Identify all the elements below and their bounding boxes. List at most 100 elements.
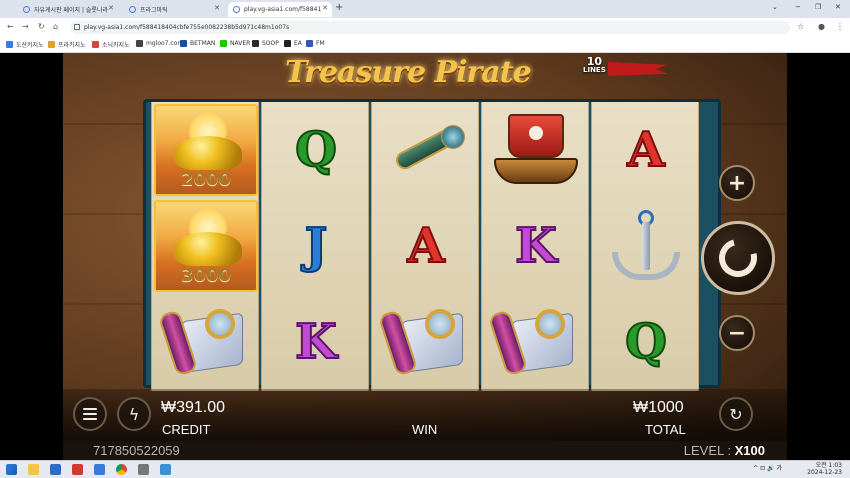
info-strip: 717850522059 LEVEL : X100 xyxy=(63,441,787,460)
bookmark-item[interactable]: mgloo7.com xyxy=(136,40,183,47)
reel-3: A xyxy=(371,102,479,391)
close-tab-icon[interactable]: ✕ xyxy=(108,4,114,12)
tab-favicon-icon xyxy=(129,6,136,13)
reel-cell xyxy=(372,102,480,198)
reload-icon[interactable]: ↻ xyxy=(38,22,45,31)
bottom-hud: ϟ ₩391.00 CREDIT WIN ₩1000 TOTAL ↻ xyxy=(63,389,787,441)
reel-cell: J xyxy=(262,198,370,294)
tab-slotnara[interactable]: 자유게시판 페이지 | 슬롯나라 ✕ xyxy=(18,2,118,17)
back-icon[interactable]: ← xyxy=(7,22,14,31)
tab-pragmatic[interactable]: 프라그마틱 ✕ xyxy=(124,2,224,17)
scroll-map-icon xyxy=(377,303,471,381)
anchor-icon xyxy=(606,210,686,282)
close-tab-icon[interactable]: ✕ xyxy=(214,4,220,12)
forward-icon[interactable]: → xyxy=(22,22,29,31)
tray-icons[interactable]: ^ ⊡ 🔊 가 xyxy=(753,465,782,472)
letter-symbol-k: K xyxy=(294,314,338,370)
lines-number: 10 xyxy=(586,55,603,68)
bet-minus-button[interactable]: − xyxy=(719,315,755,351)
bookmark-item[interactable]: EA xyxy=(284,40,302,47)
level-indicator: LEVEL : X100 xyxy=(684,443,765,458)
close-window-button[interactable]: ✕ xyxy=(835,3,841,11)
bookmark-item[interactable]: SOOP xyxy=(252,40,279,47)
reel-cell: 3000 xyxy=(152,198,260,294)
reel-cell: 2000 xyxy=(152,102,260,198)
bet-plus-button[interactable]: + xyxy=(719,165,755,201)
file-explorer-icon[interactable] xyxy=(28,464,39,475)
gold-amount: 3000 xyxy=(180,265,232,286)
menu-dots-icon[interactable]: ⋮ xyxy=(836,22,844,31)
system-tray: ^ ⊡ 🔊 가 오전 1:03 2024-12-23 xyxy=(753,462,842,476)
close-tab-icon[interactable]: ✕ xyxy=(322,4,328,12)
app-icon[interactable] xyxy=(50,464,61,475)
tab-game[interactable]: play.vg-asia1.com/f58841 ✕ xyxy=(228,2,332,17)
tab-favicon-icon xyxy=(23,6,30,13)
scroll-map-icon xyxy=(157,303,251,381)
lightning-icon: ϟ xyxy=(128,404,140,424)
slot-game: Treasure Pirate 10 LINES 2000 3000 Q J K… xyxy=(63,53,787,460)
letter-symbol-q: Q xyxy=(624,314,668,370)
bookmark-item[interactable]: 소닉카지노 xyxy=(92,40,130,49)
reel-cell: Q xyxy=(592,294,700,390)
bookmark-icon xyxy=(220,40,227,47)
minimize-button[interactable]: − xyxy=(795,3,801,11)
maximize-button[interactable]: ❐ xyxy=(815,3,821,11)
site-info-icon[interactable] xyxy=(74,24,80,30)
home-icon[interactable]: ⌂ xyxy=(53,22,58,31)
gold-coins-icon xyxy=(174,232,242,266)
reel-5: A Q xyxy=(591,102,699,391)
reel-1: 2000 3000 xyxy=(151,102,259,391)
bookmark-star-icon[interactable]: ☆ xyxy=(797,22,804,31)
app-icon[interactable] xyxy=(94,464,105,475)
clock-date[interactable]: 2024-12-23 xyxy=(807,469,842,476)
bookmarks-bar: 도산카지노 프라카지노 소닉카지노 mgloo7.com BETMAN NAVE… xyxy=(0,37,850,53)
lines-badge: 10 LINES xyxy=(583,55,606,75)
reel-cell: Q xyxy=(262,102,370,198)
reel-cell xyxy=(152,294,260,390)
tab-label: play.vg-asia1.com/f58841 xyxy=(244,6,322,13)
level-value: X100 xyxy=(734,443,765,458)
bookmark-item[interactable]: BETMAN xyxy=(180,40,215,47)
menu-button[interactable] xyxy=(73,397,107,431)
new-tab-button[interactable]: + xyxy=(335,2,343,13)
level-label: LEVEL : xyxy=(683,443,731,458)
app-icon[interactable] xyxy=(138,464,149,475)
app-icon[interactable] xyxy=(160,464,171,475)
url-field[interactable]: play.vg-asia1.com/f588418404cbfe755e0082… xyxy=(70,21,790,34)
bookmark-icon xyxy=(48,41,55,48)
bookmark-item[interactable]: 도산카지노 xyxy=(6,40,44,49)
reel-cell xyxy=(482,294,590,390)
total-label: TOTAL xyxy=(645,422,686,437)
reel-cell: K xyxy=(482,198,590,294)
address-bar-row: ← → ↻ ⌂ play.vg-asia1.com/f588418404cbfe… xyxy=(0,18,850,37)
tab-label: 프라그마틱 xyxy=(140,7,168,14)
url-text: play.vg-asia1.com/f588418404cbfe755e0082… xyxy=(84,24,290,31)
credit-value: ₩391.00 xyxy=(161,399,226,416)
turbo-button[interactable]: ϟ xyxy=(117,397,151,431)
reel-cell xyxy=(372,294,480,390)
clock-time[interactable]: 오전 1:03 xyxy=(807,462,842,469)
reel-cell: A xyxy=(592,102,700,198)
reel-4: K xyxy=(481,102,589,391)
profile-icon[interactable]: ● xyxy=(818,22,825,31)
tab-favicon-icon xyxy=(233,6,240,13)
windows-start-icon[interactable] xyxy=(6,464,17,475)
gold-coins-icon xyxy=(174,136,242,170)
gold-coins-symbol: 3000 xyxy=(154,200,258,292)
letter-symbol-a: A xyxy=(406,218,445,274)
bookmark-item[interactable]: FM xyxy=(306,40,325,47)
total-value: ₩1000 xyxy=(633,399,684,416)
bookmark-icon xyxy=(6,41,13,48)
bookmark-item[interactable]: NAVER xyxy=(220,40,250,47)
session-id: 717850522059 xyxy=(93,443,180,458)
tab-search-chevron-icon[interactable]: ⌄ xyxy=(772,3,778,11)
autoplay-icon: ↻ xyxy=(729,404,743,424)
app-icon[interactable] xyxy=(72,464,83,475)
autoplay-button[interactable]: ↻ xyxy=(719,397,753,431)
bookmark-item[interactable]: 프라카지노 xyxy=(48,40,86,49)
letter-symbol-j: J xyxy=(304,218,329,274)
scroll-map-icon xyxy=(487,303,581,381)
spin-button[interactable] xyxy=(701,221,775,295)
bookmark-icon xyxy=(180,40,187,47)
chrome-icon[interactable] xyxy=(116,464,127,475)
